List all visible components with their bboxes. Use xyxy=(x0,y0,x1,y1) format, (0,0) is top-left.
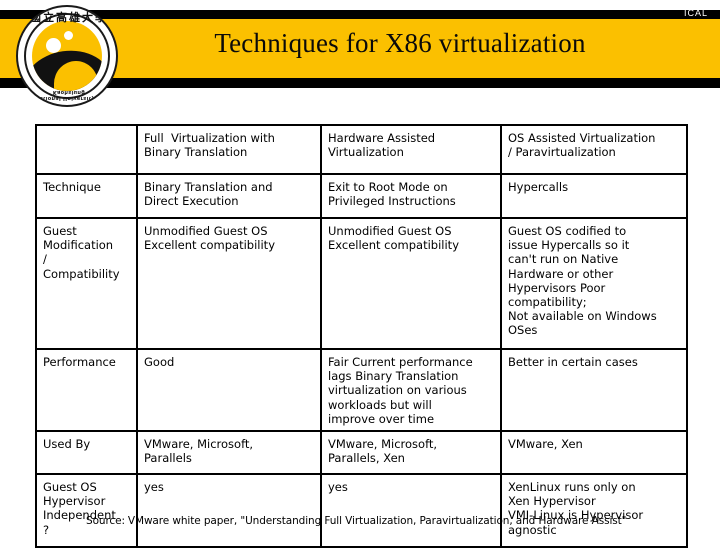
cell-line: Guest OS codified to xyxy=(508,224,627,238)
cell-line: Parallels, Xen xyxy=(328,451,405,466)
table-header-row: Full Virtualization with Binary Translat… xyxy=(35,124,688,175)
cell-line: VMware, Microsoft, xyxy=(328,437,438,452)
cell-technique-full: Binary Translation and Direct Execution xyxy=(136,173,322,219)
page-title: Techniques for X86 virtualization xyxy=(214,28,586,58)
cell-line: Good xyxy=(144,355,175,369)
cell-used-by-hardware: VMware, Microsoft, Parallels, Xen xyxy=(320,430,502,476)
cell-technique-hardware: Exit to Root Mode on Privileged Instruct… xyxy=(320,173,502,219)
university-logo: 國立高雄大學 National University of Kaohsiung xyxy=(16,5,118,107)
table-row: Guest OS Hypervisor Independent ? yes ye… xyxy=(35,473,688,548)
source-text: VMware white paper, "Understanding Full … xyxy=(127,515,627,527)
row-label-performance: Performance xyxy=(35,347,138,433)
cell-line: OSes xyxy=(508,323,538,338)
cell-independent-hardware: yes xyxy=(320,473,502,548)
cell-independent-os: XenLinux runs only on Xen Hypervisor VMI… xyxy=(500,473,688,548)
cell-used-by-full: VMware, Microsoft, Parallels xyxy=(136,430,322,476)
corner-tag-label: ICAL xyxy=(683,9,708,16)
cell-line: can't run on Native xyxy=(508,252,619,267)
header-cell-full-virtualization: Full Virtualization with Binary Translat… xyxy=(136,124,322,175)
cell-line: Hypervisor xyxy=(43,494,106,509)
logo-english-text: National University of Kaohsiung xyxy=(34,89,104,101)
cell-line: issue Hypercalls so it xyxy=(508,238,630,253)
cell-guest-modification-hardware: Unmodified Guest OS Excellent compatibil… xyxy=(320,217,502,350)
cell-line: Privileged Instructions xyxy=(328,194,456,209)
cell-line: Guest xyxy=(43,224,77,238)
table-row: Performance Good Fair Current performanc… xyxy=(35,347,688,433)
cell-line: Modification xyxy=(43,238,114,253)
cell-line: Binary Translation xyxy=(144,145,248,160)
cell-used-by-os: VMware, Xen xyxy=(500,430,688,476)
cell-performance-os: Better in certain cases xyxy=(500,347,688,433)
cell-line: Fair Current performance xyxy=(328,355,473,369)
virtualization-comparison-table: Full Virtualization with Binary Translat… xyxy=(35,124,688,548)
cell-line: workloads but will xyxy=(328,397,432,412)
cell-line: Compatibility xyxy=(43,266,120,281)
source-label: Source: xyxy=(86,515,125,527)
cell-performance-full: Good xyxy=(136,347,322,433)
cell-line: Parallels xyxy=(144,451,192,466)
row-label-guest-modification: Guest Modification / Compatibility xyxy=(35,217,138,350)
cell-line: Not available on Windows xyxy=(508,309,657,324)
logo-disc xyxy=(32,21,102,91)
table-row: Used By VMware, Microsoft, Parallels VMw… xyxy=(35,430,688,476)
cell-line: compatibility; xyxy=(508,295,587,310)
cell-line: VMware, Microsoft, xyxy=(144,437,254,452)
cell-line: / xyxy=(43,252,47,267)
cell-line: XenLinux runs only on xyxy=(508,480,636,495)
cell-line: yes xyxy=(328,480,348,495)
cell-technique-os: Hypercalls xyxy=(500,173,688,219)
cell-independent-full: yes xyxy=(136,473,322,548)
cell-line: Used By xyxy=(43,437,91,452)
cell-guest-modification-full: Unmodified Guest OS Excellent compatibil… xyxy=(136,217,322,350)
cell-line: Exit to Root Mode on xyxy=(328,180,448,194)
cell-line: Binary Translation and xyxy=(144,180,273,194)
cell-line: lags Binary Translation xyxy=(328,369,459,384)
cell-performance-hardware: Fair Current performance lags Binary Tra… xyxy=(320,347,502,433)
cell-line: Full Virtualization with xyxy=(144,131,275,145)
cell-line: Unmodified Guest OS xyxy=(328,224,452,238)
cell-line: OS Assisted Virtualization xyxy=(508,131,656,145)
cell-line: Hypercalls xyxy=(508,180,569,194)
cell-line: improve over time xyxy=(328,411,435,426)
cell-line: Hardware Assisted xyxy=(328,131,436,145)
row-label-used-by: Used By xyxy=(35,430,138,476)
logo-chinese-text: 國立高雄大學 xyxy=(30,11,108,24)
row-label-guest-os-hypervisor-independent: Guest OS Hypervisor Independent ? xyxy=(35,473,138,548)
cell-line: virtualization on various xyxy=(328,383,467,398)
header-cell-os-assisted: OS Assisted Virtualization / Paravirtual… xyxy=(500,124,688,175)
cell-line: Excellent compatibility xyxy=(328,238,459,253)
cell-line: Xen Hypervisor xyxy=(508,494,596,509)
source-footnote: Source: VMware white paper, "Understandin… xyxy=(86,515,626,527)
cell-line: Performance xyxy=(43,355,116,369)
cell-line: Virtualization xyxy=(328,145,404,160)
header-cell-blank xyxy=(35,124,138,175)
table-row: Guest Modification / Compatibility Unmod… xyxy=(35,217,688,350)
cell-line: Excellent compatibility xyxy=(144,238,275,253)
logo-dot-large xyxy=(46,38,61,53)
cell-line: Guest OS xyxy=(43,480,97,495)
cell-line: Hypervisors Poor xyxy=(508,280,606,295)
row-label-technique: Technique xyxy=(35,173,138,219)
cell-line: Technique xyxy=(43,180,101,194)
cell-line: Direct Execution xyxy=(144,194,239,209)
table-row: Technique Binary Translation and Direct … xyxy=(35,173,688,219)
cell-line: Better in certain cases xyxy=(508,355,638,369)
cell-line: yes xyxy=(144,480,164,495)
cell-guest-modification-os: Guest OS codified to issue Hypercalls so… xyxy=(500,217,688,350)
cell-line: Unmodified Guest OS xyxy=(144,224,268,238)
cell-line: Hardware or other xyxy=(508,266,614,281)
cell-line: VMware, Xen xyxy=(508,437,583,452)
cell-line: / Paravirtualization xyxy=(508,145,616,160)
logo-dot-small xyxy=(64,31,73,40)
header-cell-hardware-assisted: Hardware Assisted Virtualization xyxy=(320,124,502,175)
